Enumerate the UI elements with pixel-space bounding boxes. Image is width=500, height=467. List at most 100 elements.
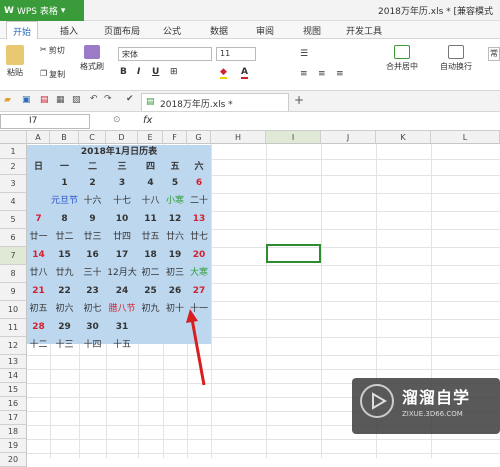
new-tab-button[interactable]: + [294, 93, 304, 107]
align-top-icon[interactable]: ☰ [300, 49, 308, 59]
calendar-date: 10 [115, 214, 129, 224]
calendar-date: 16 [86, 250, 99, 260]
format-painter-button[interactable]: 格式刷 [80, 45, 104, 72]
redo-icon[interactable]: ↷ [104, 94, 112, 104]
print-preview-icon[interactable]: ▧ [72, 95, 81, 105]
merge-center-label: 合并居中 [386, 62, 418, 71]
calendar-date [138, 319, 163, 335]
tab-insert[interactable]: 插入 [60, 24, 78, 37]
document-title: 2018万年历.xls * [兼容模式 [378, 7, 494, 17]
number-format-select[interactable]: 常 [488, 47, 500, 61]
tab-page-layout[interactable]: 页面布局 [104, 24, 140, 37]
bold-button[interactable]: B [120, 67, 127, 77]
column-header[interactable]: L [431, 131, 500, 144]
calendar-date: 25 [144, 286, 157, 296]
calendar-date: 28 [32, 322, 45, 332]
column-header[interactable]: K [376, 131, 431, 144]
column-header[interactable]: F [163, 131, 187, 144]
column-header[interactable]: A [27, 131, 50, 144]
checkmark-icon[interactable]: ✔ [126, 94, 134, 104]
row-header[interactable]: 2 [0, 159, 27, 175]
lunar-date: 廿一 [29, 232, 48, 242]
wps-app-menu-button[interactable]: W WPS 表格 ▾ [0, 0, 84, 21]
tab-review[interactable]: 审阅 [256, 24, 274, 37]
row-header[interactable]: 7 [0, 247, 27, 265]
tab-home[interactable]: 开始 [6, 21, 39, 39]
border-icon[interactable]: ⊞ [170, 67, 178, 77]
zoom-icon[interactable]: ⊙ [113, 115, 121, 125]
row-header[interactable]: 10 [0, 301, 27, 319]
row-header[interactable]: 4 [0, 193, 27, 211]
row-header[interactable]: 15 [0, 383, 27, 397]
align-left-icon[interactable]: ≡ [300, 69, 308, 79]
print-icon[interactable]: ▦ [56, 95, 65, 105]
select-all-corner[interactable] [0, 131, 27, 144]
calendar-date: 5 [171, 178, 179, 188]
underline-button[interactable]: U [152, 67, 159, 77]
merge-center-button[interactable]: 合并居中 [386, 45, 418, 72]
tab-formulas[interactable]: 公式 [163, 24, 181, 37]
undo-icon[interactable]: ↶ [90, 94, 98, 104]
wrap-text-button[interactable]: 自动换行 [440, 45, 472, 72]
font-color-button[interactable]: A [241, 67, 248, 79]
paste-button[interactable]: 粘贴 [6, 45, 24, 78]
calendar-date: 8 [61, 214, 68, 224]
column-header[interactable]: D [106, 131, 138, 144]
row-header[interactable]: 20 [0, 453, 27, 467]
row-header[interactable]: 19 [0, 439, 27, 453]
italic-button[interactable]: I [137, 67, 140, 77]
calendar-date: 24 [115, 286, 129, 296]
align-right-icon[interactable]: ≡ [336, 69, 344, 79]
lunar-date: 十三 [55, 340, 74, 350]
lunar-date: 廿三 [83, 232, 102, 242]
save-icon[interactable]: ▣ [22, 95, 31, 105]
cut-button[interactable]: ✂ 剪切 [40, 45, 65, 56]
lunar-date: 腊八节 [108, 304, 136, 314]
open-folder-icon[interactable]: ▰ [4, 95, 11, 105]
column-header[interactable]: C [79, 131, 106, 144]
row-header[interactable]: 9 [0, 283, 27, 301]
align-center-icon[interactable]: ≡ [318, 69, 326, 79]
pdf-icon[interactable]: ▤ [40, 95, 49, 105]
wps-logo-icon: W [4, 5, 14, 16]
row-header[interactable]: 11 [0, 319, 27, 337]
row-header[interactable]: 16 [0, 397, 27, 411]
row-header[interactable]: 6 [0, 229, 27, 247]
column-header[interactable]: G [187, 131, 211, 144]
font-size-select[interactable]: 11 [216, 47, 256, 61]
column-header[interactable]: H [211, 131, 266, 144]
copy-button[interactable]: ❐ 复制 [40, 69, 65, 80]
column-header[interactable]: E [138, 131, 163, 144]
spreadsheet-icon: ▤ [146, 97, 155, 107]
column-header[interactable]: B [50, 131, 79, 144]
selected-cell-I7[interactable] [266, 244, 321, 263]
column-header[interactable]: I [266, 131, 321, 144]
lunar-date [27, 193, 50, 209]
font-name-select[interactable]: 宋体 [118, 47, 212, 61]
calendar-date: 6 [195, 178, 203, 188]
row-header[interactable]: 12 [0, 337, 27, 355]
row-header[interactable]: 3 [0, 175, 27, 193]
calendar-date: 15 [58, 250, 71, 260]
row-header[interactable]: 5 [0, 211, 27, 229]
fx-icon[interactable]: fx [143, 115, 152, 126]
row-header[interactable]: 1 [0, 144, 27, 159]
paste-label: 粘贴 [7, 68, 23, 77]
tab-developer[interactable]: 开发工具 [346, 24, 382, 37]
column-header[interactable]: J [321, 131, 376, 144]
copy-icon: ❐ [40, 69, 48, 78]
calendar-date: 7 [35, 214, 42, 224]
row-header[interactable]: 8 [0, 265, 27, 283]
lunar-date: 十八 [141, 196, 160, 206]
fill-color-icon[interactable]: ◆ [220, 67, 227, 79]
file-tab[interactable]: ▤ 2018万年历.xls * [141, 93, 289, 111]
row-header[interactable]: 14 [0, 369, 27, 383]
tab-view[interactable]: 视图 [303, 24, 321, 37]
wrap-icon [448, 45, 464, 59]
tab-data[interactable]: 数据 [210, 24, 228, 37]
row-header[interactable]: 18 [0, 425, 27, 439]
cell-name-box[interactable]: I7 [0, 114, 90, 129]
row-header[interactable]: 13 [0, 355, 27, 369]
row-header[interactable]: 17 [0, 411, 27, 425]
lunar-date: 小寒 [165, 196, 184, 206]
